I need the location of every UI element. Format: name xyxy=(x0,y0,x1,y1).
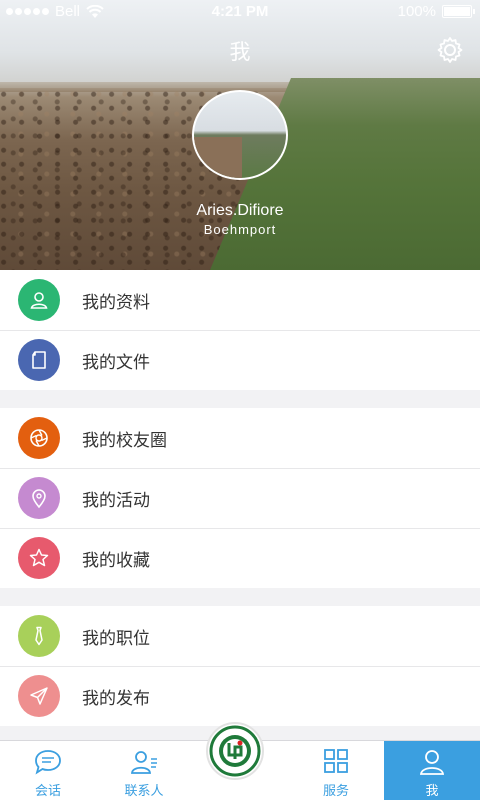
gear-icon[interactable] xyxy=(436,36,464,64)
menu-item-label: 我的校友圈 xyxy=(82,430,167,450)
tie-icon xyxy=(18,615,60,657)
menu-item-my-jobs[interactable]: 我的职位 xyxy=(0,606,480,666)
menu-group-3: 我的职位 我的发布 xyxy=(0,606,480,726)
document-icon xyxy=(18,339,60,381)
status-bar: Bell 4:21 PM 100% xyxy=(0,0,480,24)
menu-item-my-activities[interactable]: 我的活动 xyxy=(0,468,480,528)
user-name: Aries.Difiore xyxy=(196,202,284,219)
tab-label: 联系人 xyxy=(124,783,164,798)
menu-divider xyxy=(0,390,480,408)
location-pin-icon xyxy=(18,477,60,519)
tab-conversations[interactable]: 会话 xyxy=(0,741,96,800)
menu-item-label: 我的文件 xyxy=(82,352,150,372)
menu-item-my-favorites[interactable]: 我的收藏 xyxy=(0,528,480,588)
menu-item-my-profile[interactable]: 我的资料 xyxy=(0,270,480,330)
person-icon xyxy=(18,279,60,321)
grid-icon xyxy=(324,749,348,773)
tab-services[interactable]: 服务 xyxy=(288,741,384,800)
tab-label: 我 xyxy=(425,783,439,798)
tab-contacts[interactable]: 联系人 xyxy=(96,741,192,800)
university-seal xyxy=(209,725,261,777)
menu-item-label: 我的发布 xyxy=(82,688,150,708)
chat-bubble-icon xyxy=(35,750,61,775)
person-icon xyxy=(419,750,445,775)
menu-item-my-files[interactable]: 我的文件 xyxy=(0,330,480,390)
menu-divider xyxy=(0,588,480,606)
battery-icon xyxy=(442,5,475,18)
menu-item-label: 我的职位 xyxy=(82,628,150,648)
page-title: 我 xyxy=(229,41,251,64)
menu-item-alumni-circle[interactable]: 我的校友圈 xyxy=(0,408,480,468)
avatar[interactable] xyxy=(192,90,288,180)
menu-group-2: 我的校友圈 我的活动 我的收藏 xyxy=(0,408,480,588)
contacts-icon xyxy=(131,751,157,774)
tab-label: 会话 xyxy=(34,783,61,798)
university-logo[interactable] xyxy=(206,722,264,780)
user-organization: Boehmport xyxy=(203,222,277,237)
menu-item-my-posts[interactable]: 我的发布 xyxy=(0,666,480,726)
tab-me[interactable]: 我 xyxy=(384,741,480,800)
menu-group-1: 我的资料 我的文件 xyxy=(0,270,480,390)
status-right: 100% xyxy=(397,3,475,20)
menu-item-label: 我的收藏 xyxy=(82,550,150,570)
menu-item-label: 我的资料 xyxy=(82,292,150,312)
profile-menu: 我的资料 我的文件 我的校友圈 我的活动 我的收藏 我的职位 我的发布 xyxy=(0,270,480,726)
star-icon xyxy=(18,537,60,579)
avatar-image-detail xyxy=(194,137,242,178)
battery-percent: 100% xyxy=(397,3,436,20)
aperture-icon xyxy=(18,417,60,459)
tab-label: 服务 xyxy=(322,783,349,798)
menu-item-label: 我的活动 xyxy=(82,490,150,510)
paper-plane-icon xyxy=(18,675,60,717)
